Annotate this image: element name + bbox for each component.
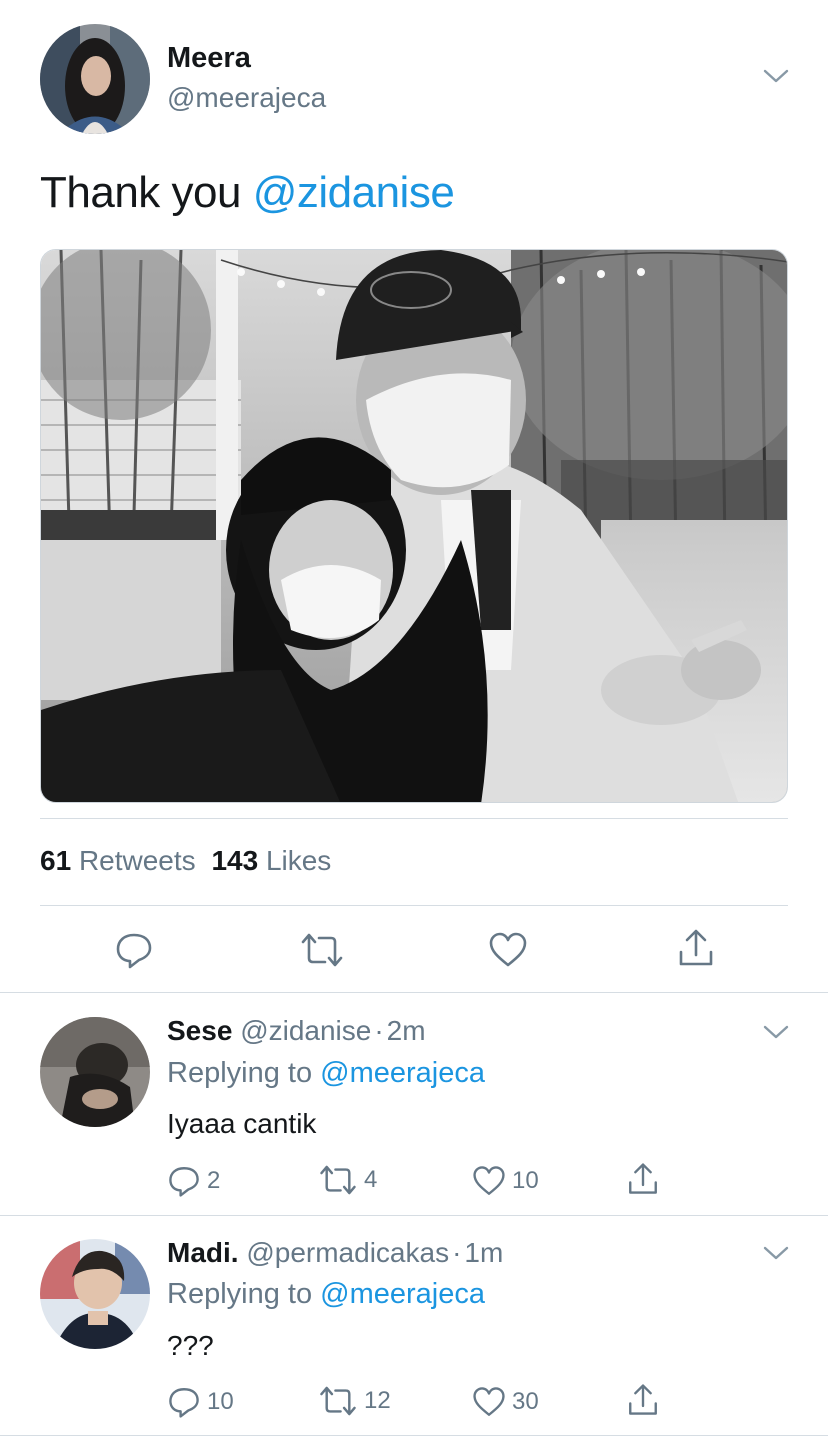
like-button[interactable]	[488, 930, 528, 970]
divider	[0, 992, 828, 993]
retweet-count: 12	[364, 1387, 391, 1414]
retweet-count: 4	[364, 1166, 378, 1193]
retweet-button[interactable]: 4	[318, 1164, 377, 1196]
author-avatar[interactable]	[40, 24, 150, 134]
separator-dot: ·	[452, 1237, 462, 1268]
reply-text: ???	[167, 1330, 214, 1361]
tweet-text-body: Thank you	[40, 168, 253, 217]
replying-to-link[interactable]: @meerajeca	[320, 1057, 485, 1089]
reply-avatar[interactable]	[40, 1017, 150, 1127]
retweets-label[interactable]: Retweets	[79, 845, 196, 876]
replying-to-link[interactable]: @meerajeca	[320, 1278, 485, 1310]
author-name[interactable]: Meera	[167, 42, 251, 75]
like-count: 10	[512, 1167, 539, 1194]
reply-button[interactable]: 2	[167, 1164, 220, 1198]
reply-button[interactable]: 10	[167, 1385, 234, 1419]
tweet-mention-link[interactable]: @zidanise	[253, 168, 455, 217]
share-button[interactable]	[626, 1162, 660, 1196]
reply-author-name[interactable]: Madi.	[167, 1237, 239, 1268]
comment-icon	[169, 1388, 199, 1418]
likes-label[interactable]: Likes	[266, 845, 331, 876]
tweet-text: Thank you @zidanise	[40, 168, 455, 218]
like-button[interactable]: 10	[472, 1164, 539, 1198]
tweet-stats: 61 Retweets 143 Likes	[40, 845, 331, 877]
reply-button[interactable]	[114, 930, 154, 970]
reply-header: Sese @zidanise · 2m	[167, 1015, 426, 1047]
like-count: 30	[512, 1388, 539, 1415]
reply-menu-chevron-down-icon[interactable]	[762, 1022, 790, 1042]
comment-icon	[169, 1167, 199, 1197]
reply-author-name[interactable]: Sese	[167, 1015, 232, 1046]
heart-icon	[473, 1387, 505, 1416]
replying-to: Replying to @meerajeca	[167, 1278, 485, 1311]
tweet-photo[interactable]	[40, 249, 788, 803]
reply-time[interactable]: 1m	[464, 1237, 503, 1268]
retweets-count[interactable]: 61	[40, 845, 71, 876]
reply-text: Iyaaa cantik	[167, 1108, 317, 1139]
retweet-button[interactable]	[299, 932, 345, 968]
divider	[0, 1215, 828, 1216]
tweet-menu-chevron-down-icon[interactable]	[762, 66, 790, 86]
reply-count: 2	[207, 1167, 221, 1194]
divider	[40, 905, 788, 906]
share-button[interactable]	[626, 1383, 660, 1417]
divider	[0, 1435, 828, 1436]
retweet-icon	[320, 1386, 356, 1416]
replying-to-label: Replying to	[167, 1057, 313, 1089]
replying-to: Replying to @meerajeca	[167, 1057, 485, 1090]
heart-icon	[473, 1166, 505, 1195]
reply-time[interactable]: 2m	[387, 1015, 426, 1046]
share-icon	[679, 929, 713, 966]
retweet-icon	[320, 1165, 356, 1195]
likes-count[interactable]: 143	[211, 845, 258, 876]
share-icon	[629, 1384, 657, 1415]
divider	[40, 818, 788, 819]
retweet-button[interactable]: 12	[318, 1385, 391, 1417]
replying-to-label: Replying to	[167, 1278, 313, 1310]
reply-header: Madi. @permadicakas · 1m	[167, 1237, 503, 1269]
heart-icon	[489, 932, 527, 967]
reply-author-handle[interactable]: @permadicakas	[246, 1237, 449, 1268]
retweet-icon	[301, 933, 343, 967]
reply-avatar[interactable]	[40, 1239, 150, 1349]
reply-author-handle[interactable]: @zidanise	[240, 1015, 371, 1046]
share-icon	[629, 1163, 657, 1194]
share-button[interactable]	[676, 928, 716, 968]
like-button[interactable]: 30	[472, 1385, 539, 1419]
reply-menu-chevron-down-icon[interactable]	[762, 1243, 790, 1263]
comment-icon	[116, 933, 152, 969]
reply-count: 10	[207, 1388, 234, 1415]
separator-dot: ·	[374, 1015, 384, 1046]
author-handle[interactable]: @meerajeca	[167, 82, 326, 114]
